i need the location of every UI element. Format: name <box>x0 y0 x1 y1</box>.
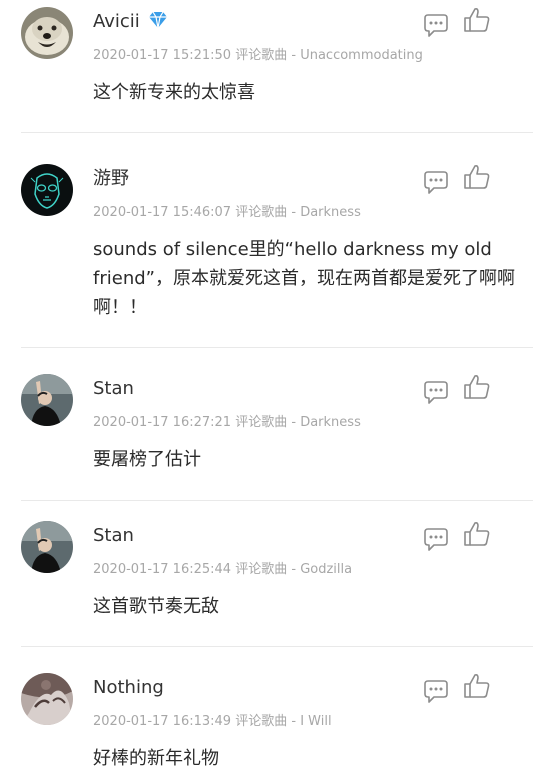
username-text[interactable]: Nothing <box>93 677 164 698</box>
avatar-image <box>21 521 73 573</box>
reply-button[interactable] <box>421 676 451 706</box>
comment-timestamp: 2020-01-17 16:13:49 <box>93 714 232 729</box>
reply-button[interactable] <box>421 167 451 197</box>
comment-action: 评论歌曲 <box>235 415 288 430</box>
speech-bubble-icon <box>424 680 448 703</box>
comment-text: 好棒的新年礼物 <box>93 748 219 769</box>
comment-text: 这首歌节奏无敌 <box>93 596 219 617</box>
username[interactable]: Nothing <box>93 676 164 700</box>
divider <box>21 500 533 501</box>
comment-action: 评论歌曲 <box>235 48 288 63</box>
username[interactable]: Avicii <box>93 10 169 37</box>
divider <box>21 347 533 348</box>
comment-item: Nothing 2020-01-17 16:13:49 评论歌曲 - I Wil… <box>0 666 554 784</box>
like-button[interactable] <box>462 519 492 549</box>
comment-meta: 2020-01-17 16:25:44 评论歌曲 - Godzilla <box>93 562 353 577</box>
reply-button[interactable] <box>421 524 451 554</box>
comment-meta: 2020-01-17 16:27:21 评论歌曲 - Darkness <box>93 415 361 430</box>
like-button[interactable] <box>462 162 492 192</box>
speech-bubble-icon <box>424 171 448 194</box>
speech-bubble-icon <box>424 14 448 37</box>
song-link[interactable]: Godzilla <box>300 562 352 577</box>
comment-text: 要屠榜了估计 <box>93 449 201 470</box>
comment-action: 评论歌曲 <box>235 205 288 220</box>
thumbs-up-icon <box>464 522 490 546</box>
comment-list: Avicii 2020-01-17 15:21:50 评论歌曲 - Unacco… <box>0 0 554 784</box>
divider <box>21 132 533 133</box>
comment-meta: 2020-01-17 15:21:50 评论歌曲 - Unaccommodati… <box>93 48 423 63</box>
comment-action: 评论歌曲 <box>235 714 288 729</box>
song-link[interactable]: Unaccommodating <box>300 48 423 63</box>
username-text[interactable]: Stan <box>93 378 134 399</box>
avatar[interactable] <box>21 521 73 573</box>
avatar[interactable] <box>21 673 73 725</box>
comment-timestamp: 2020-01-17 15:46:07 <box>93 205 232 220</box>
avatar-image <box>21 673 73 725</box>
comment-item: Avicii 2020-01-17 15:21:50 评论歌曲 - Unacco… <box>0 0 554 130</box>
speech-bubble-icon <box>424 381 448 404</box>
song-link[interactable]: Darkness <box>300 415 361 430</box>
reply-button[interactable] <box>421 10 451 40</box>
comment-meta: 2020-01-17 16:13:49 评论歌曲 - I Will <box>93 714 332 729</box>
comment-item: Stan 2020-01-17 16:25:44 评论歌曲 - Godzilla… <box>0 514 554 644</box>
reply-button[interactable] <box>421 377 451 407</box>
comment-timestamp: 2020-01-17 16:25:44 <box>93 562 232 577</box>
avatar[interactable] <box>21 374 73 426</box>
divider <box>21 646 533 647</box>
avatar-image <box>21 7 73 59</box>
like-button[interactable] <box>462 5 492 35</box>
avatar[interactable] <box>21 164 73 216</box>
thumbs-up-icon <box>464 8 490 32</box>
speech-bubble-icon <box>424 528 448 551</box>
avatar-image <box>21 374 73 426</box>
comment-text: 这个新专来的太惊喜 <box>93 82 255 103</box>
username[interactable]: Stan <box>93 524 134 548</box>
username-text[interactable]: 游野 <box>93 168 129 189</box>
avatar[interactable] <box>21 7 73 59</box>
thumbs-up-icon <box>464 674 490 698</box>
like-button[interactable] <box>462 372 492 402</box>
avatar-image <box>21 164 73 216</box>
comment-action: 评论歌曲 <box>235 562 288 577</box>
username[interactable]: Stan <box>93 377 134 401</box>
song-link[interactable]: I Will <box>300 714 331 729</box>
comment-timestamp: 2020-01-17 15:21:50 <box>93 48 232 63</box>
thumbs-up-icon <box>464 375 490 399</box>
comment-item: Stan 2020-01-17 16:27:21 评论歌曲 - Darkness… <box>0 367 554 497</box>
comment-text: sounds of silence里的“hello darkness my ol… <box>93 239 515 318</box>
diamond-icon <box>147 10 169 37</box>
song-link[interactable]: Darkness <box>300 205 361 220</box>
comment-timestamp: 2020-01-17 16:27:21 <box>93 415 232 430</box>
comment-item: 游野 2020-01-17 15:46:07 评论歌曲 - Darkness s… <box>0 157 554 347</box>
comment-meta: 2020-01-17 15:46:07 评论歌曲 - Darkness <box>93 205 361 220</box>
like-button[interactable] <box>462 671 492 701</box>
thumbs-up-icon <box>464 165 490 189</box>
username-text[interactable]: Avicii <box>93 11 140 32</box>
username-text[interactable]: Stan <box>93 525 134 546</box>
username[interactable]: 游野 <box>93 167 129 191</box>
